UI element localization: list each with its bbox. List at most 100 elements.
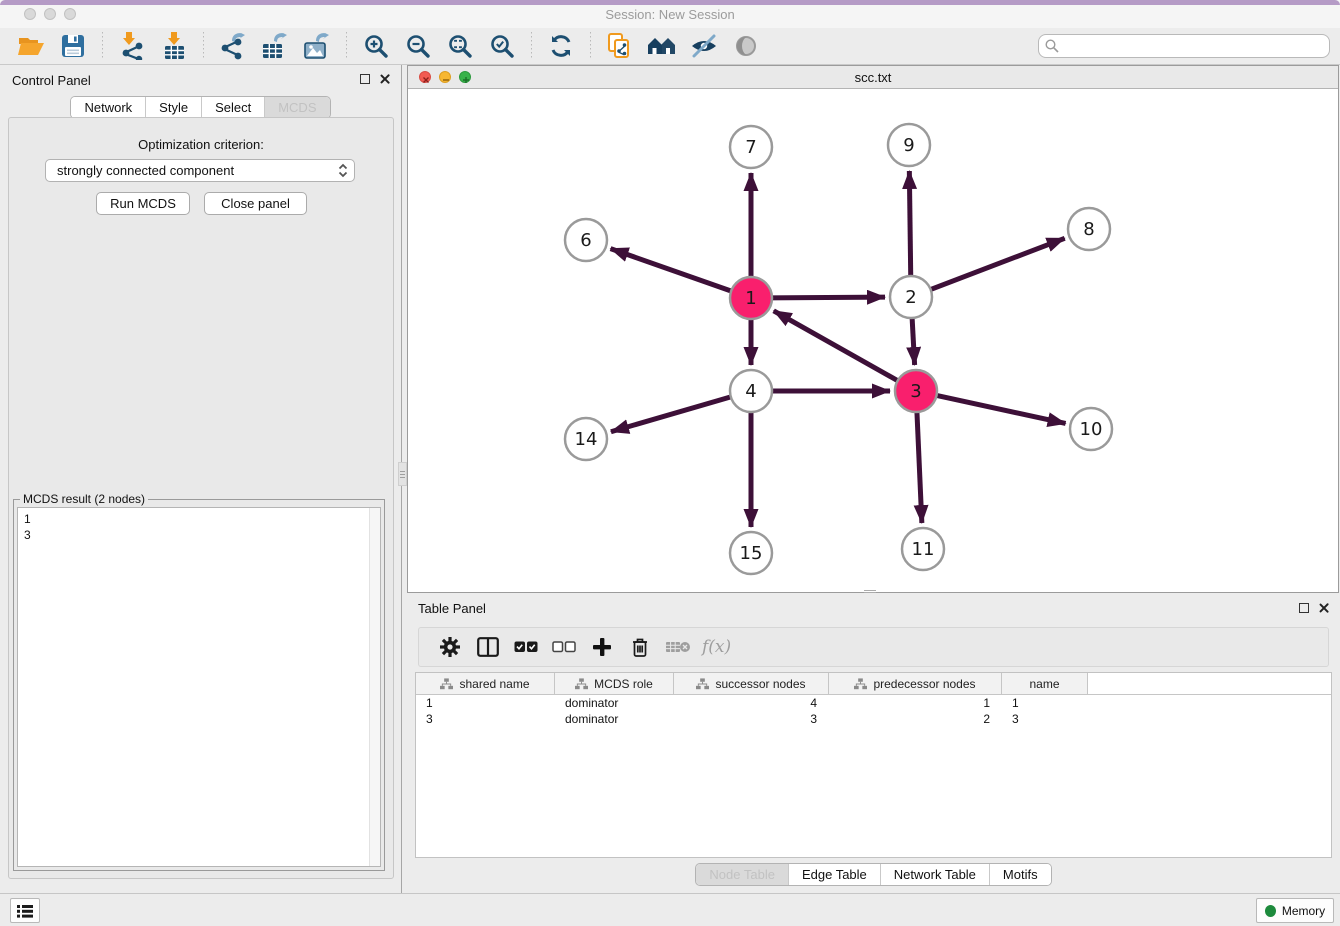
node-label: 7: [745, 137, 756, 158]
split-pane-grip[interactable]: [398, 462, 407, 486]
close-panel-icon[interactable]: [379, 73, 391, 85]
table-row[interactable]: 1dominator411: [416, 695, 1331, 711]
select-all-columns-icon[interactable]: [512, 633, 540, 661]
function-builder-icon: f(x): [702, 633, 731, 661]
node-1[interactable]: 1: [730, 277, 772, 319]
table-cell[interactable]: 3: [674, 711, 829, 727]
column-header-shared-name[interactable]: shared name: [416, 673, 555, 694]
node-7[interactable]: 7: [730, 126, 772, 168]
zoom-out-icon[interactable]: [403, 31, 433, 61]
tab-network-table[interactable]: Network Table: [880, 864, 989, 885]
zoom-selected-icon[interactable]: [487, 31, 517, 61]
tab-motifs[interactable]: Motifs: [989, 864, 1051, 885]
import-table-icon[interactable]: [159, 31, 189, 61]
import-network-icon[interactable]: [117, 31, 147, 61]
home-icon[interactable]: [647, 31, 677, 61]
table-cell[interactable]: 3: [416, 711, 555, 727]
node-15[interactable]: 15: [730, 532, 772, 574]
column-header-name[interactable]: name: [1002, 673, 1088, 694]
node-2[interactable]: 2: [890, 276, 932, 318]
node-label: 2: [905, 287, 916, 308]
open-session-icon[interactable]: [16, 31, 46, 61]
node-9[interactable]: 9: [888, 124, 930, 166]
network-window-titlebar[interactable]: scc.txt: [408, 66, 1338, 89]
export-network-icon[interactable]: [218, 31, 248, 61]
tab-select[interactable]: Select: [201, 97, 264, 118]
table-cell[interactable]: dominator: [555, 711, 674, 727]
delete-columns-icon[interactable]: [626, 633, 654, 661]
network-canvas[interactable]: 7 9 6 8 1 2 4 3 14 10 15 11: [408, 89, 1338, 592]
node-label: 4: [745, 381, 756, 402]
float-panel-icon[interactable]: [360, 74, 370, 84]
edge-1-6[interactable]: [611, 249, 735, 293]
toolbar-separator: [531, 32, 532, 60]
node-11[interactable]: 11: [902, 528, 944, 570]
column-header-MCDS-role[interactable]: MCDS role: [555, 673, 674, 694]
edge-2-9[interactable]: [909, 171, 910, 280]
edge-2-8[interactable]: [927, 238, 1065, 291]
float-table-panel-icon[interactable]: [1299, 603, 1309, 613]
network-overview-icon[interactable]: [605, 31, 635, 61]
add-column-icon[interactable]: [588, 633, 616, 661]
settings-gear-icon[interactable]: [436, 633, 464, 661]
edge-3-10[interactable]: [933, 395, 1066, 424]
node-10[interactable]: 10: [1070, 408, 1112, 450]
hierarchy-icon: [696, 678, 709, 690]
edge-1-2[interactable]: [768, 297, 885, 298]
task-history-button[interactable]: [10, 898, 40, 923]
toolbar-separator: [590, 32, 591, 60]
tab-edge-table[interactable]: Edge Table: [788, 864, 880, 885]
show-graphics-details-icon[interactable]: [731, 31, 761, 61]
table-cell[interactable]: 3: [1002, 711, 1088, 727]
table-body: 1dominator4113dominator323: [416, 695, 1331, 727]
save-session-icon[interactable]: [58, 31, 88, 61]
memory-button[interactable]: Memory: [1256, 898, 1334, 923]
result-scrollbar[interactable]: [369, 508, 380, 866]
node-table[interactable]: shared nameMCDS rolesuccessor nodesprede…: [415, 672, 1332, 858]
tab-network[interactable]: Network: [71, 97, 145, 118]
table-cell[interactable]: 1: [829, 695, 1002, 711]
zoom-fit-icon[interactable]: [445, 31, 475, 61]
table-cell[interactable]: dominator: [555, 695, 674, 711]
network-graph[interactable]: 7 9 6 8 1 2 4 3 14 10 15 11: [408, 89, 1338, 592]
node-4[interactable]: 4: [730, 370, 772, 412]
node-6[interactable]: 6: [565, 219, 607, 261]
control-panel-header: Control Panel: [0, 65, 401, 95]
run-mcds-button[interactable]: Run MCDS: [96, 192, 190, 215]
edge-2-3[interactable]: [912, 314, 915, 365]
node-8[interactable]: 8: [1068, 208, 1110, 250]
table-cell[interactable]: 4: [674, 695, 829, 711]
tab-mcds[interactable]: MCDS: [264, 97, 329, 118]
edge-3-11[interactable]: [917, 408, 922, 523]
node-label: 9: [903, 135, 914, 156]
mcds-result-area[interactable]: 1 3: [17, 507, 381, 867]
edge-3-1[interactable]: [774, 311, 902, 383]
hide-graphics-details-icon[interactable]: [689, 31, 719, 61]
table-panel: Table Panel: [407, 595, 1340, 893]
node-label: 8: [1083, 219, 1094, 240]
table-cell[interactable]: 2: [829, 711, 1002, 727]
main-toolbar: [0, 28, 1340, 65]
apply-layout-icon[interactable]: [546, 31, 576, 61]
tab-style[interactable]: Style: [145, 97, 201, 118]
edge-4-14[interactable]: [611, 396, 735, 432]
zoom-in-icon[interactable]: [361, 31, 391, 61]
export-image-icon[interactable]: [302, 31, 332, 61]
close-table-panel-icon[interactable]: [1318, 602, 1330, 614]
table-row[interactable]: 3dominator323: [416, 711, 1331, 727]
column-header-predecessor-nodes[interactable]: predecessor nodes: [829, 673, 1002, 694]
unselect-all-columns-icon[interactable]: [550, 633, 578, 661]
table-cell[interactable]: 1: [1002, 695, 1088, 711]
tab-node-table[interactable]: Node Table: [696, 864, 788, 885]
close-panel-button[interactable]: Close panel: [204, 192, 307, 215]
optimization-criterion-select[interactable]: strongly connected component: [45, 159, 355, 182]
export-table-icon[interactable]: [260, 31, 290, 61]
node-14[interactable]: 14: [565, 418, 607, 460]
node-3[interactable]: 3: [895, 370, 937, 412]
title-bar: Session: New Session: [0, 0, 1340, 28]
table-cell[interactable]: 1: [416, 695, 555, 711]
control-panel-title: Control Panel: [12, 73, 91, 88]
column-header-successor-nodes[interactable]: successor nodes: [674, 673, 829, 694]
search-input[interactable]: [1038, 34, 1330, 58]
split-panel-icon[interactable]: [474, 633, 502, 661]
